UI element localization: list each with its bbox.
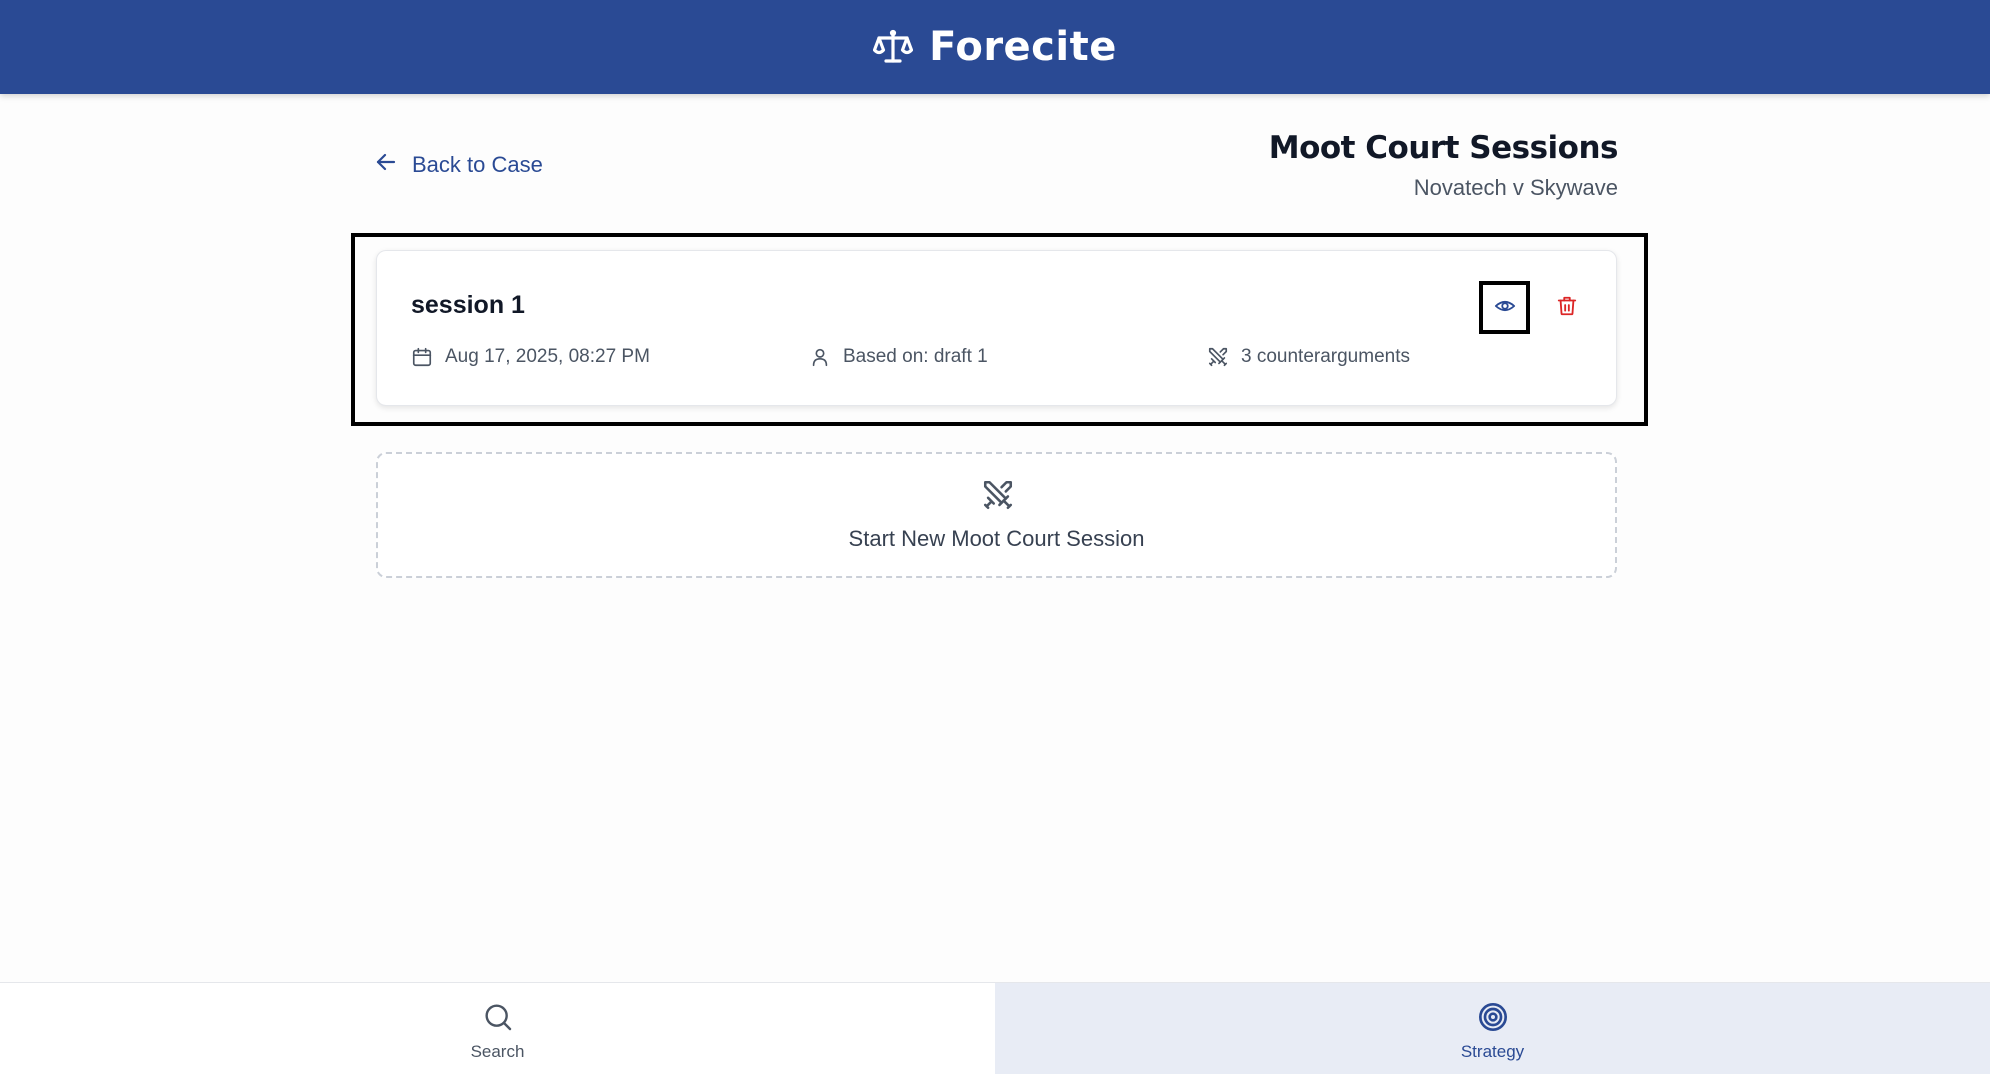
calendar-icon [411,346,433,368]
session-card[interactable]: session 1 Aug 17, 2025, 08:27 PM Based o… [376,250,1617,406]
session-date: Aug 17, 2025, 08:27 PM [411,346,650,368]
bottom-nav: Search Strategy [0,982,1990,1074]
search-icon [482,1001,514,1038]
tab-strategy-label: Strategy [1460,1042,1525,1061]
back-to-case-link[interactable]: Back to Case [374,150,543,180]
back-link-label: Back to Case [412,152,543,177]
page-subtitle: Novatech v Skywave [1413,175,1618,200]
eye-icon [1494,295,1516,320]
top-bar: Forecite [0,0,1990,94]
session-date-text: Aug 17, 2025, 08:27 PM [445,346,650,367]
arrow-left-icon [374,150,398,180]
tab-search-label: Search [470,1042,525,1061]
user-icon [809,346,831,368]
trash-icon [1556,295,1578,320]
app-name: Forecite [929,24,1117,70]
start-new-session-label: Start New Moot Court Session [848,526,1145,551]
start-new-session-button[interactable]: Start New Moot Court Session [376,452,1617,578]
swords-icon [1207,346,1229,368]
session-counterarguments: 3 counterarguments [1207,346,1410,368]
session-counterarguments-text: 3 counterarguments [1241,346,1410,367]
target-icon [1477,1001,1509,1038]
session-title: session 1 [411,291,525,319]
scales-icon [873,27,914,67]
swords-icon [981,478,1015,517]
tab-strategy[interactable]: Strategy [995,983,1990,1074]
view-session-button[interactable] [1479,281,1530,334]
delete-session-button[interactable] [1547,287,1587,327]
session-based-on-text: Based on: draft 1 [843,346,988,367]
tab-search[interactable]: Search [0,983,995,1074]
page-title: Moot Court Sessions [1268,130,1619,166]
session-based-on: Based on: draft 1 [809,346,988,368]
brand[interactable]: Forecite [873,24,1117,70]
